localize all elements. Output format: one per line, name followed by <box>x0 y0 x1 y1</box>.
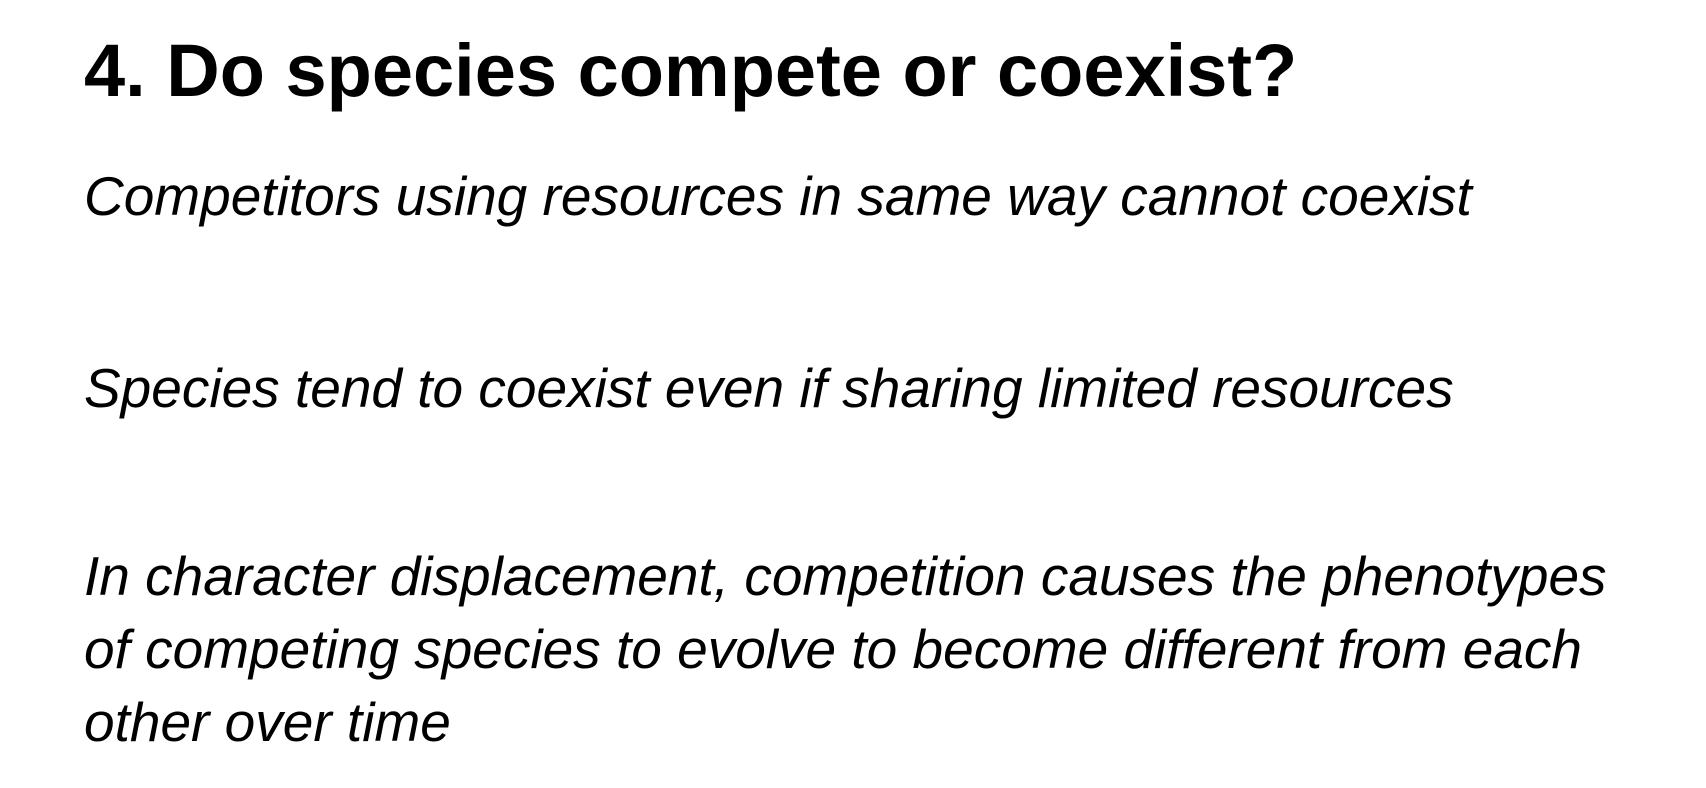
point-character-displacement: In character displacement, competition c… <box>84 545 1607 753</box>
slide: 4. Do species compete or coexist? Compet… <box>0 0 1706 788</box>
point-coexist: Species tend to coexist even if sharing … <box>84 357 1454 419</box>
slide-title: 4. Do species compete or coexist? <box>84 29 1298 112</box>
point-competitors: Competitors using resources in same way … <box>84 165 1472 227</box>
